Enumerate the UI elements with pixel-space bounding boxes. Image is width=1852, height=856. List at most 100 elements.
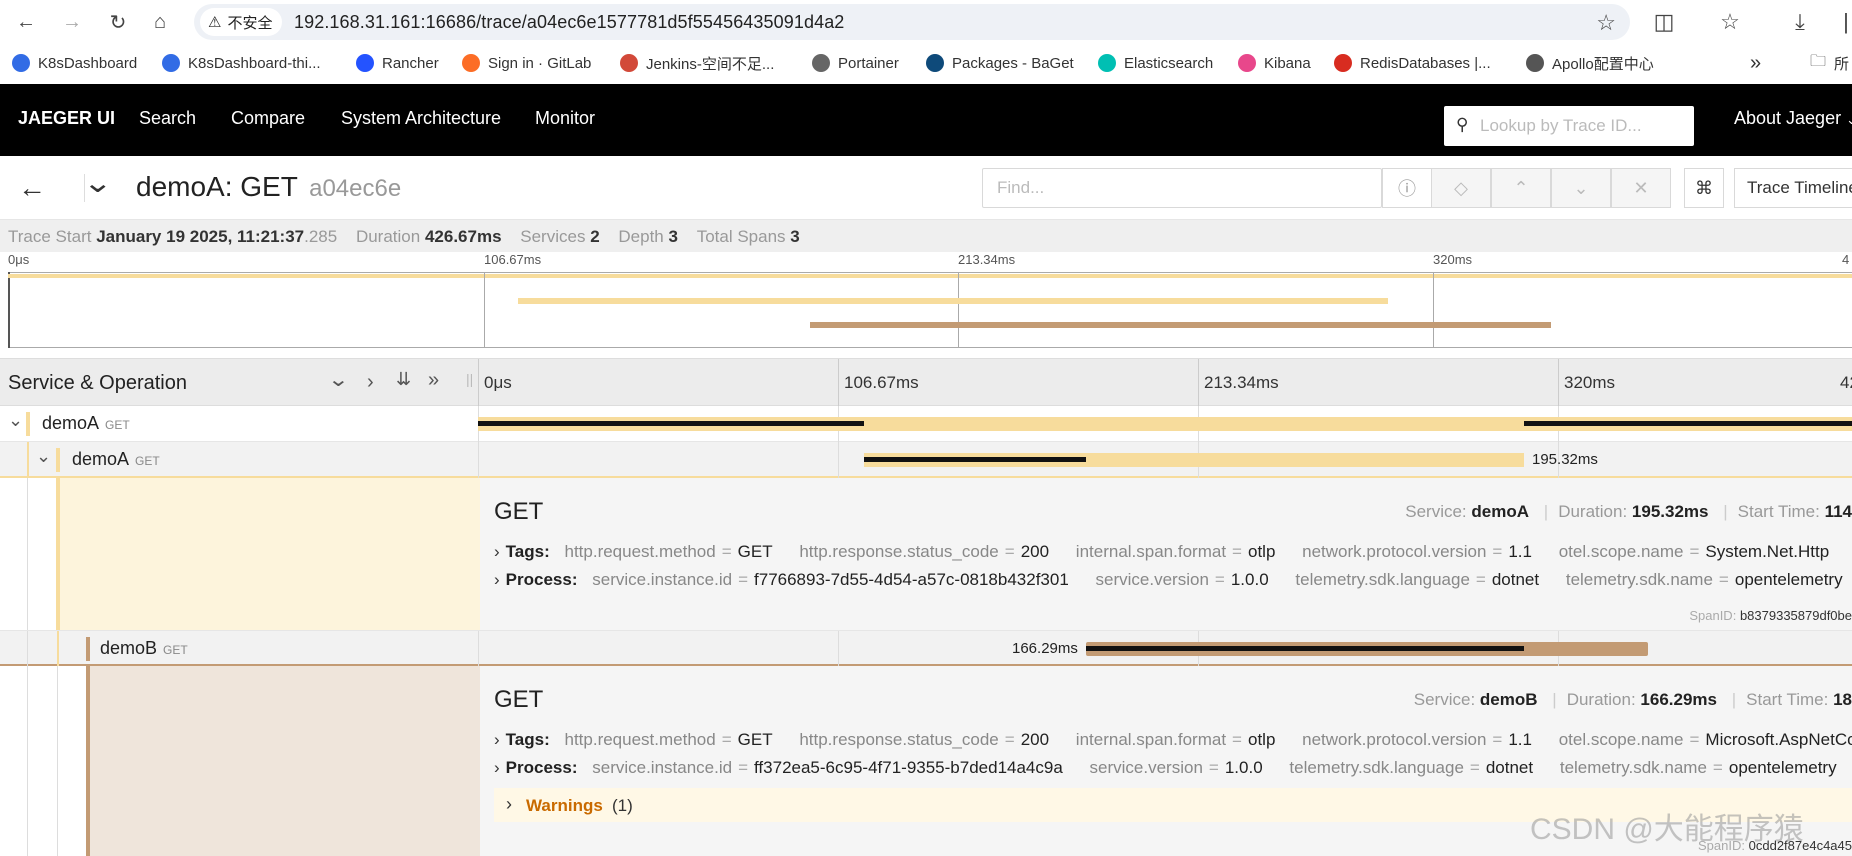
- jaeger-brand[interactable]: JAEGER UI: [18, 108, 115, 129]
- detail-gutter-fill: [86, 666, 480, 856]
- bookmark-label: RedisDatabases |...: [1360, 54, 1491, 72]
- clear-search-icon[interactable]: ✕: [1611, 168, 1671, 208]
- divider-icon: |: [1843, 9, 1849, 34]
- bookmark-item[interactable]: Sign in · GitLab: [462, 52, 591, 74]
- bookmark-label: Rancher: [382, 54, 439, 72]
- chevron-right-icon[interactable]: ›: [506, 794, 512, 815]
- address-bar[interactable]: ⚠ 不安全 192.168.31.161:16686/trace/a04ec6e…: [194, 4, 1630, 40]
- expand-all-icon[interactable]: »: [428, 369, 439, 392]
- url-text[interactable]: 192.168.31.161:16686/trace/a04ec6e157778…: [294, 12, 844, 33]
- critical-path-segment: [864, 457, 1086, 462]
- keyboard-shortcuts-icon[interactable]: ⌘: [1684, 168, 1724, 208]
- favorites-icon[interactable]: ☆: [1716, 8, 1744, 36]
- apollo-icon: [1526, 54, 1544, 72]
- column-divider: [478, 442, 479, 478]
- process-row[interactable]: › Process: service.instance.id = ff372ea5-6…: [494, 758, 1837, 778]
- prev-match-icon[interactable]: ⌃: [1491, 168, 1551, 208]
- elastic-icon: [1098, 54, 1116, 72]
- bookmark-item[interactable]: Jenkins-空间不足...: [620, 52, 774, 74]
- bookmark-label: K8sDashboard-thi...: [188, 54, 321, 72]
- search-icon: ⚲: [1456, 115, 1469, 134]
- warning-triangle-icon: ⚠: [208, 14, 222, 31]
- chevron-right-icon[interactable]: ›: [494, 758, 500, 777]
- nav-search[interactable]: Search: [139, 108, 196, 129]
- bookmark-item[interactable]: Portainer: [812, 52, 899, 74]
- chevron-right-icon[interactable]: ›: [494, 570, 500, 589]
- trace-minimap[interactable]: 0μs 106.67ms 213.34ms 320ms 4: [0, 252, 1852, 348]
- collapse-all-icon[interactable]: ⇊: [396, 369, 411, 390]
- minimap-handle[interactable]: [8, 272, 10, 348]
- forward-arrow-icon[interactable]: →: [58, 8, 86, 36]
- expand-chevron-icon[interactable]: ⌄: [36, 446, 51, 467]
- collapse-one-icon[interactable]: ⌄: [327, 367, 349, 392]
- nav-compare[interactable]: Compare: [231, 108, 305, 129]
- bookmark-item[interactable]: K8sDashboard: [12, 52, 137, 74]
- span-row[interactable]: ⌄ demoA GET: [0, 406, 1852, 442]
- find-box[interactable]: [982, 168, 1382, 208]
- timeline-gridline: [1198, 359, 1199, 407]
- trace-lookup[interactable]: ⚲: [1444, 106, 1694, 146]
- home-icon[interactable]: ⌂: [146, 8, 174, 36]
- resizer-icon[interactable]: ||: [466, 371, 473, 387]
- chevron-right-icon[interactable]: ›: [494, 542, 500, 561]
- bookmark-label: Elasticsearch: [1124, 54, 1214, 72]
- timeline-tick: 320ms: [1564, 373, 1616, 392]
- watermark: CSDN @大能程序猿: [1530, 813, 1804, 846]
- bookmark-item[interactable]: Kibana: [1238, 52, 1311, 74]
- span-detail-meta: Service: demoA | Duration: 195.32ms | Star…: [1405, 502, 1852, 521]
- bookmarks-overflow-button[interactable]: »: [1750, 52, 1761, 74]
- tags-row[interactable]: › Tags: http.request.method = GET http.resp…: [494, 542, 1829, 562]
- collapse-chevron-icon[interactable]: ⌄: [82, 166, 113, 199]
- bookmark-item[interactable]: Elasticsearch: [1098, 52, 1213, 74]
- locate-icon[interactable]: ◇: [1431, 168, 1491, 208]
- nav-monitor[interactable]: Monitor: [535, 108, 595, 129]
- tree-guide: [27, 666, 28, 856]
- security-indicator[interactable]: ⚠ 不安全: [200, 8, 283, 36]
- span-service-name[interactable]: demoB GET: [100, 638, 188, 659]
- span-row-selected[interactable]: ⌄ demoA GET 195.32ms: [0, 442, 1852, 478]
- span-service-name[interactable]: demoA GET: [42, 413, 130, 434]
- chevron-right-icon[interactable]: ›: [494, 730, 500, 749]
- bookmark-item[interactable]: Rancher: [356, 52, 439, 74]
- reload-icon[interactable]: ↻: [104, 8, 132, 36]
- span-service-name[interactable]: demoA GET: [72, 449, 160, 470]
- warnings-label[interactable]: Warnings: [526, 796, 603, 816]
- view-mode-select[interactable]: Trace Timeline: [1734, 168, 1852, 208]
- expand-one-icon[interactable]: ›: [367, 371, 374, 394]
- insecure-label: 不安全: [227, 14, 273, 32]
- folder-label: 所: [1834, 55, 1850, 73]
- tags-row[interactable]: › Tags: http.request.method = GET http.resp…: [494, 730, 1852, 750]
- browser-toolbar: ← → ↻ ⌂ ⚠ 不安全 192.168.31.161:16686/trace…: [0, 0, 1852, 44]
- jenkins-icon: [620, 54, 638, 72]
- extensions-icon[interactable]: ◫: [1650, 8, 1678, 36]
- trace-summary: Trace Start January 19 2025, 11:21:37.28…: [0, 220, 1852, 252]
- detail-gutter-fill: [56, 478, 480, 630]
- about-jaeger-menu[interactable]: About Jaeger ⌄: [1734, 108, 1852, 129]
- back-arrow-icon[interactable]: ←: [18, 172, 46, 204]
- minimap-span-bar: [518, 298, 1388, 304]
- bookmark-item[interactable]: Apollo配置中心: [1526, 52, 1654, 74]
- next-match-icon[interactable]: ⌄: [1551, 168, 1611, 208]
- download-icon[interactable]: ⤓: [1786, 8, 1814, 36]
- timeline-gridline: [838, 631, 839, 667]
- find-input[interactable]: [997, 178, 1337, 198]
- kibana-icon: [1238, 54, 1256, 72]
- back-arrow-icon[interactable]: ←: [12, 8, 40, 36]
- service-color-marker: [56, 448, 60, 472]
- bookmarks-folder[interactable]: 🗀 所: [1810, 52, 1849, 74]
- nav-system-architecture[interactable]: System Architecture: [341, 108, 501, 129]
- minimap-tick: 213.34ms: [958, 252, 1016, 267]
- minimap-tick: 0μs: [8, 252, 30, 267]
- expand-chevron-icon[interactable]: ⌄: [8, 410, 23, 431]
- trace-id-input[interactable]: [1480, 114, 1685, 138]
- bookmark-star-icon[interactable]: ☆: [1596, 10, 1616, 36]
- span-row-selected[interactable]: demoB GET 166.29ms: [0, 630, 1852, 667]
- rancher-icon: [356, 54, 374, 72]
- bookmark-item[interactable]: K8sDashboard-thi...: [162, 52, 321, 74]
- process-row[interactable]: › Process: service.instance.id = f7766893-7…: [494, 570, 1843, 590]
- help-icon[interactable]: ⓘ: [1382, 168, 1432, 208]
- bookmark-item[interactable]: Packages - BaGet: [926, 52, 1074, 74]
- warnings-count: (1): [612, 796, 633, 815]
- bookmark-item[interactable]: RedisDatabases |...: [1334, 52, 1491, 74]
- span-duration-label: 195.32ms: [1532, 451, 1598, 468]
